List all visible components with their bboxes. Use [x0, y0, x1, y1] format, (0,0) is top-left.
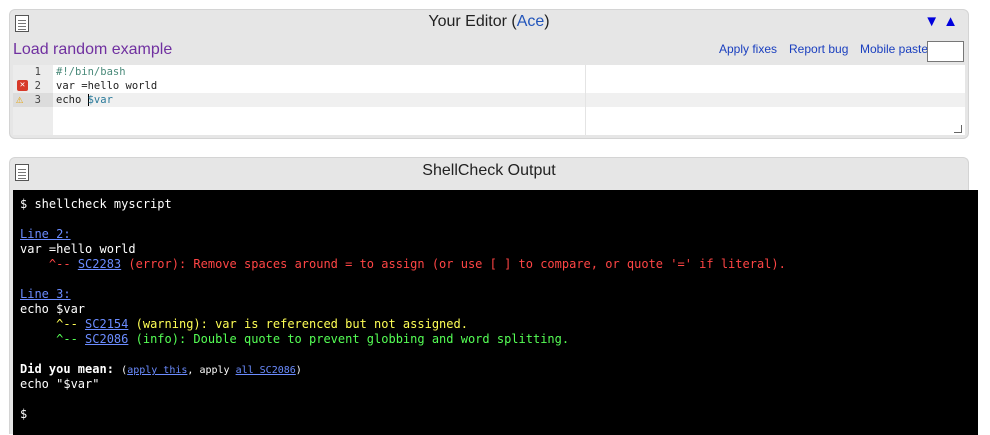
arrow-up-icon[interactable]: ▲	[943, 13, 962, 30]
code-line[interactable]: var =hello world	[56, 79, 157, 93]
sc2154-link[interactable]: SC2154	[85, 317, 128, 331]
error-message: ^-- SC2283 (error): Remove spaces around…	[20, 257, 786, 272]
warning-text: (warning): var is referenced but not ass…	[128, 317, 468, 331]
report-bug-link[interactable]: Report bug	[789, 42, 848, 56]
gutter-row: ✕ 2	[13, 79, 53, 93]
line-number: 2	[34, 80, 41, 92]
active-line-highlight	[53, 93, 965, 107]
editor-panel: Your Editor (Ace) ▼▲ Load random example…	[9, 9, 969, 139]
line-2-header: Line 2:	[20, 227, 71, 242]
line-number: 1	[34, 66, 41, 78]
sc2283-link[interactable]: SC2283	[78, 257, 121, 271]
panel-arrows: ▼▲	[924, 13, 962, 30]
gutter-row: 1	[13, 65, 53, 79]
apply-text: , apply	[187, 365, 236, 376]
final-prompt: $	[20, 407, 28, 421]
sc2086-link[interactable]: SC2086	[85, 332, 128, 346]
editor-gutter: 1 ✕ 2 ⚠ 3	[13, 65, 53, 135]
line-3-header: Line 3:	[20, 287, 71, 302]
apply-this-link[interactable]: apply this	[127, 365, 187, 376]
prompt-command: $ shellcheck myscript	[20, 197, 172, 211]
did-you-mean-label: Did you mean:	[20, 362, 122, 376]
code-text: echo	[56, 94, 88, 106]
line-3-code: echo $var	[20, 302, 86, 316]
info-text: (info): Double quote to prevent globbing…	[128, 332, 570, 346]
editor-title: Your Editor (Ace)	[10, 13, 968, 31]
line-2-link[interactable]: Line 2:	[20, 227, 71, 241]
code-variable: $var	[87, 94, 113, 106]
terminal-output: $ shellcheck myscript Line 2: var =hello…	[13, 190, 978, 435]
output-title: ShellCheck Output	[422, 162, 556, 179]
code-line[interactable]: echo $var	[56, 93, 113, 107]
paren: )	[295, 365, 302, 376]
error-icon[interactable]: ✕	[17, 80, 28, 91]
line-number: 3	[34, 94, 41, 106]
line-2-code: var =hello world	[20, 242, 136, 256]
ace-link[interactable]: Ace	[517, 13, 545, 30]
output-panel: ShellCheck Output $ shellcheck myscript …	[9, 157, 978, 435]
suggestion-code: echo "$var"	[20, 377, 100, 391]
warning-icon[interactable]: ⚠	[16, 93, 23, 106]
warning-message: ^-- SC2154 (warning): var is referenced …	[20, 317, 468, 332]
resize-handle[interactable]	[954, 125, 962, 133]
arrow-down-icon[interactable]: ▼	[924, 13, 943, 30]
caret: ^--	[56, 332, 86, 346]
mobile-paste-label: Mobile paste:	[860, 42, 932, 56]
error-text: (error): Remove spaces around = to assig…	[121, 257, 786, 271]
apply-fixes-link[interactable]: Apply fixes	[719, 42, 777, 56]
code-line[interactable]: #!/bin/bash	[56, 65, 126, 79]
editor-title-prefix: Your Editor (	[428, 13, 517, 30]
info-message: ^-- SC2086 (info): Double quote to preve…	[20, 332, 569, 347]
code-editor[interactable]: 1 ✕ 2 ⚠ 3 #!/bin/bash var =hello world e…	[13, 65, 965, 135]
mobile-paste-input[interactable]	[927, 41, 964, 62]
did-you-mean: Did you mean: (apply this, apply all SC2…	[20, 362, 302, 378]
line-3-link[interactable]: Line 3:	[20, 287, 71, 301]
apply-all-sc2086-link[interactable]: all SC2086	[236, 365, 296, 376]
load-random-example-link[interactable]: Load random example	[13, 41, 172, 59]
caret: ^--	[56, 317, 86, 331]
caret: ^--	[48, 257, 78, 271]
print-margin	[585, 65, 586, 135]
gutter-row: ⚠ 3	[13, 93, 53, 107]
editor-title-suffix: )	[544, 13, 550, 30]
